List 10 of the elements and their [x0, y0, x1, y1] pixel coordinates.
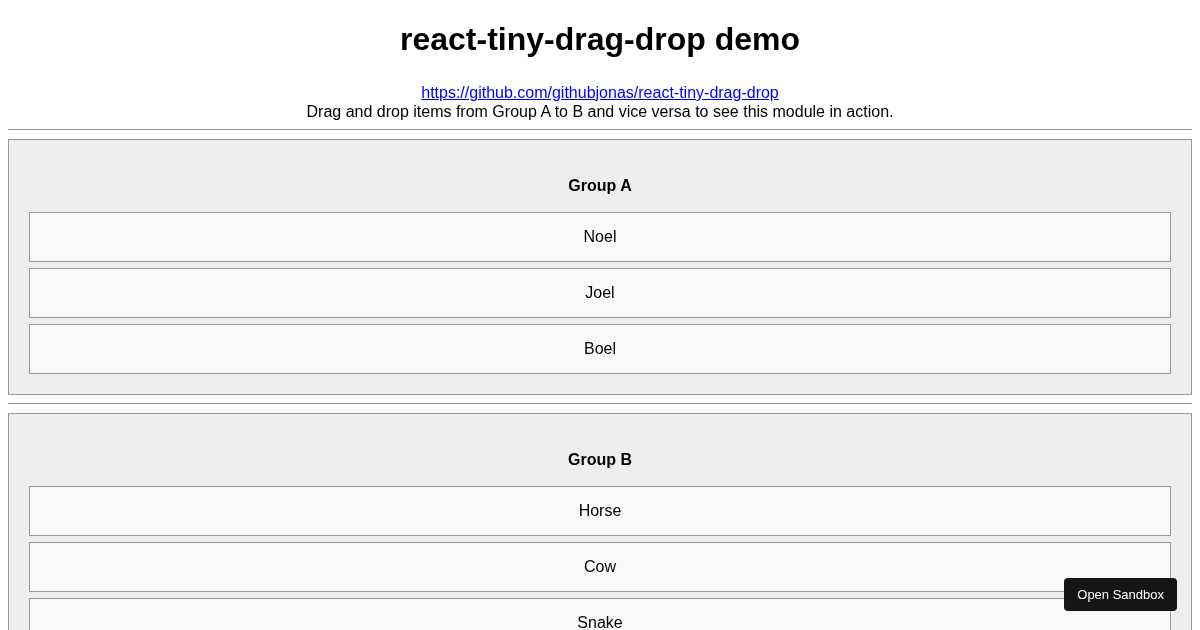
open-sandbox-button[interactable]: Open Sandbox — [1064, 578, 1177, 611]
github-link[interactable]: https://github.com/githubjonas/react-tiny-drag-drop — [421, 84, 779, 101]
group-title: Group B — [567, 450, 633, 470]
draggable-item[interactable]: Joel — [29, 268, 1171, 318]
description-text: Drag and drop items from Group A to B and vice versa to see this module in action. — [305, 102, 895, 121]
draggable-item[interactable]: Noel — [29, 212, 1171, 262]
group-title: Group A — [567, 176, 633, 196]
draggable-item[interactable]: Horse — [29, 486, 1171, 536]
draggable-item[interactable]: Boel — [29, 324, 1171, 374]
page-title: react-tiny-drag-drop demo — [399, 20, 801, 58]
